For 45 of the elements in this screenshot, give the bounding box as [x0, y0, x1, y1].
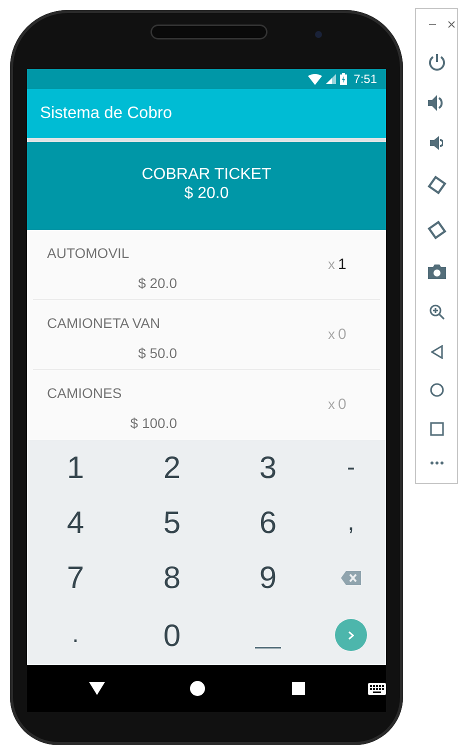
keyboard-key[interactable]: -: [347, 456, 355, 480]
keyboard-key[interactable]: 5: [163, 507, 181, 538]
home-icon[interactable]: [190, 681, 205, 696]
keyboard-key[interactable]: 4: [66, 507, 84, 538]
keyboard-icon[interactable]: [368, 682, 386, 694]
keyboard-key[interactable]: 3: [259, 452, 277, 483]
keyboard-key[interactable]: 9: [259, 562, 277, 593]
wifi-icon: [308, 74, 322, 84]
volume-down-icon[interactable]: [430, 136, 443, 150]
signal-icon: [326, 74, 336, 84]
camera-lens: [315, 31, 322, 38]
clock-time: 7:51: [354, 72, 377, 86]
more-icon[interactable]: [430, 460, 444, 465]
vehicle-price: $ 20.0: [138, 274, 177, 292]
multiplier-sign: x: [328, 326, 335, 342]
keyboard-key[interactable]: 1: [66, 452, 84, 483]
quantity-field[interactable]: 1: [338, 256, 354, 273]
vehicle-price: $ 100.0: [130, 414, 177, 432]
keyboard-key[interactable]: 8: [163, 562, 181, 593]
overview-icon[interactable]: [430, 422, 444, 436]
multiplier-sign: x: [328, 256, 335, 272]
close-icon[interactable]: [448, 21, 455, 28]
quantity-field[interactable]: 0: [338, 326, 354, 343]
keyboard-key[interactable]: .: [72, 623, 79, 647]
charge-ticket-button[interactable]: COBRAR TICKET $ 20.0: [27, 142, 386, 230]
vehicle-price: $ 50.0: [138, 344, 177, 362]
back-icon[interactable]: [89, 682, 105, 695]
vehicle-name: AUTOMOVIL: [47, 244, 130, 262]
app-title: Sistema de Cobro: [40, 104, 172, 123]
quantity-field[interactable]: 0: [338, 396, 354, 413]
vehicle-name: CAMIONETA VAN: [47, 314, 160, 332]
vehicle-name: CAMIONES: [47, 384, 122, 402]
battery-icon: [340, 73, 347, 85]
power-icon[interactable]: [428, 52, 446, 71]
camera-icon[interactable]: [428, 264, 446, 280]
keyboard-key[interactable]: 7: [66, 562, 84, 593]
keyboard-key[interactable]: ,: [348, 510, 354, 534]
minimize-icon[interactable]: [429, 21, 436, 28]
keyboard-key[interactable]: 0: [163, 620, 181, 650]
multiplier-sign: x: [328, 396, 335, 412]
keyboard-key[interactable]: 6: [259, 507, 277, 538]
volume-up-icon[interactable]: [428, 95, 446, 112]
zoom-in-icon[interactable]: [428, 304, 444, 320]
keyboard-key[interactable]: 2: [163, 452, 181, 483]
chevron-icon: [348, 630, 354, 640]
